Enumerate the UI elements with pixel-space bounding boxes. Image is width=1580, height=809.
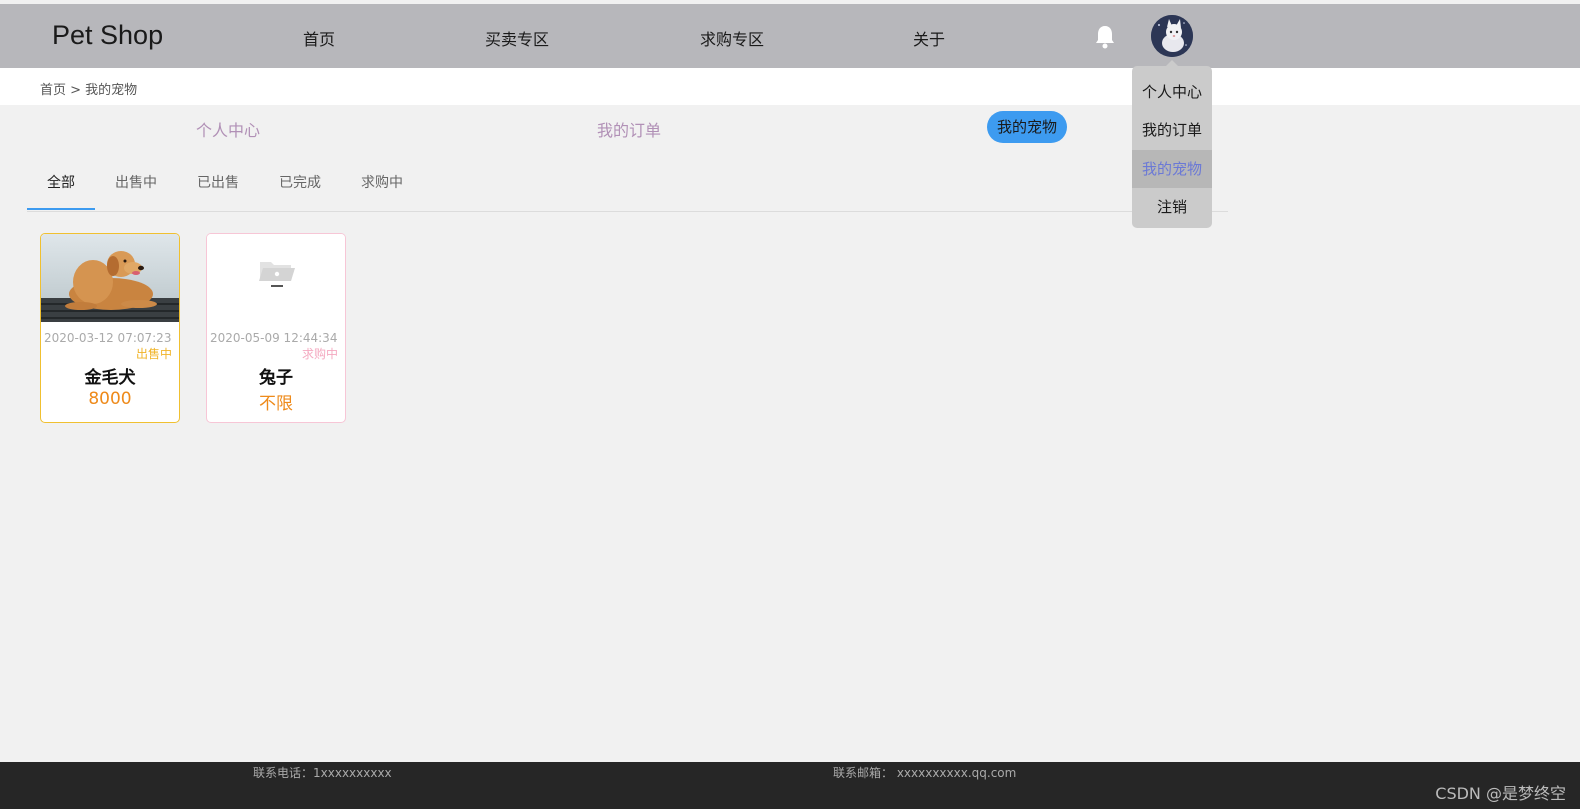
pet-price: 不限	[259, 394, 293, 414]
breadcrumb-bar: 首页 > 我的宠物	[0, 68, 1580, 105]
footer-phone: 联系电话：1xxxxxxxxxx	[253, 766, 392, 780]
menu-item-my-pets[interactable]: 我的宠物	[1132, 150, 1212, 188]
pet-status-badge: 出售中	[135, 347, 172, 361]
dropdown-arrow	[1166, 60, 1178, 66]
pet-name: 金毛犬	[84, 368, 136, 388]
pet-photo-placeholder	[207, 234, 345, 322]
watermark: CSDN @是梦终空	[1435, 784, 1566, 803]
pet-status-tabs: 全部 出售中 已出售 已完成 求购中	[27, 160, 1228, 212]
tab-on-sale[interactable]: 出售中	[115, 172, 157, 192]
top-navbar: Pet Shop 首页 买卖专区 求购专区 关于	[0, 4, 1580, 68]
pet-status-badge: 求购中	[301, 347, 338, 361]
brand-logo[interactable]: Pet Shop	[52, 20, 163, 51]
user-avatar[interactable]	[1151, 15, 1193, 57]
subnav-personal-center[interactable]: 个人中心	[196, 117, 260, 141]
user-dropdown-menu: 个人中心 我的订单 我的宠物 注销	[1132, 60, 1212, 228]
pet-post-date: 2020-05-09 12:44:34	[210, 331, 338, 345]
nav-home[interactable]: 首页	[303, 26, 335, 50]
tab-sold[interactable]: 已出售	[197, 172, 239, 192]
nav-about[interactable]: 关于	[913, 26, 945, 50]
tab-wanted[interactable]: 求购中	[361, 172, 403, 192]
folder-placeholder-icon	[259, 262, 295, 287]
nav-trade-zone[interactable]: 买卖专区	[485, 26, 549, 50]
nav-wanted-zone[interactable]: 求购专区	[700, 26, 764, 50]
pet-card[interactable]: 2020-05-09 12:44:34 求购中 兔子 不限	[206, 233, 346, 423]
menu-item-personal-center[interactable]: 个人中心	[1132, 73, 1212, 111]
menu-item-logout[interactable]: 注销	[1132, 188, 1212, 226]
pet-post-date: 2020-03-12 07:07:23	[44, 331, 172, 345]
footer: 联系电话：1xxxxxxxxxx 联系邮箱： xxxxxxxxxx.qq.com…	[0, 762, 1580, 809]
breadcrumb[interactable]: 首页 > 我的宠物	[40, 79, 137, 98]
footer-email: 联系邮箱： xxxxxxxxxx.qq.com	[833, 766, 1017, 780]
pet-name: 兔子	[259, 368, 293, 388]
tab-all[interactable]: 全部	[47, 172, 75, 192]
subnav-my-orders[interactable]: 我的订单	[597, 117, 661, 141]
menu-item-my-orders[interactable]: 我的订单	[1132, 111, 1212, 149]
pet-card[interactable]: 2020-03-12 07:07:23 出售中 金毛犬 8000	[40, 233, 180, 423]
bell-icon[interactable]	[1093, 24, 1117, 50]
pet-price: 8000	[88, 389, 132, 409]
pet-photo	[41, 234, 179, 322]
active-tab-indicator	[27, 208, 95, 210]
tab-completed[interactable]: 已完成	[279, 172, 321, 192]
subnav-my-pets[interactable]: 我的宠物	[987, 111, 1067, 143]
